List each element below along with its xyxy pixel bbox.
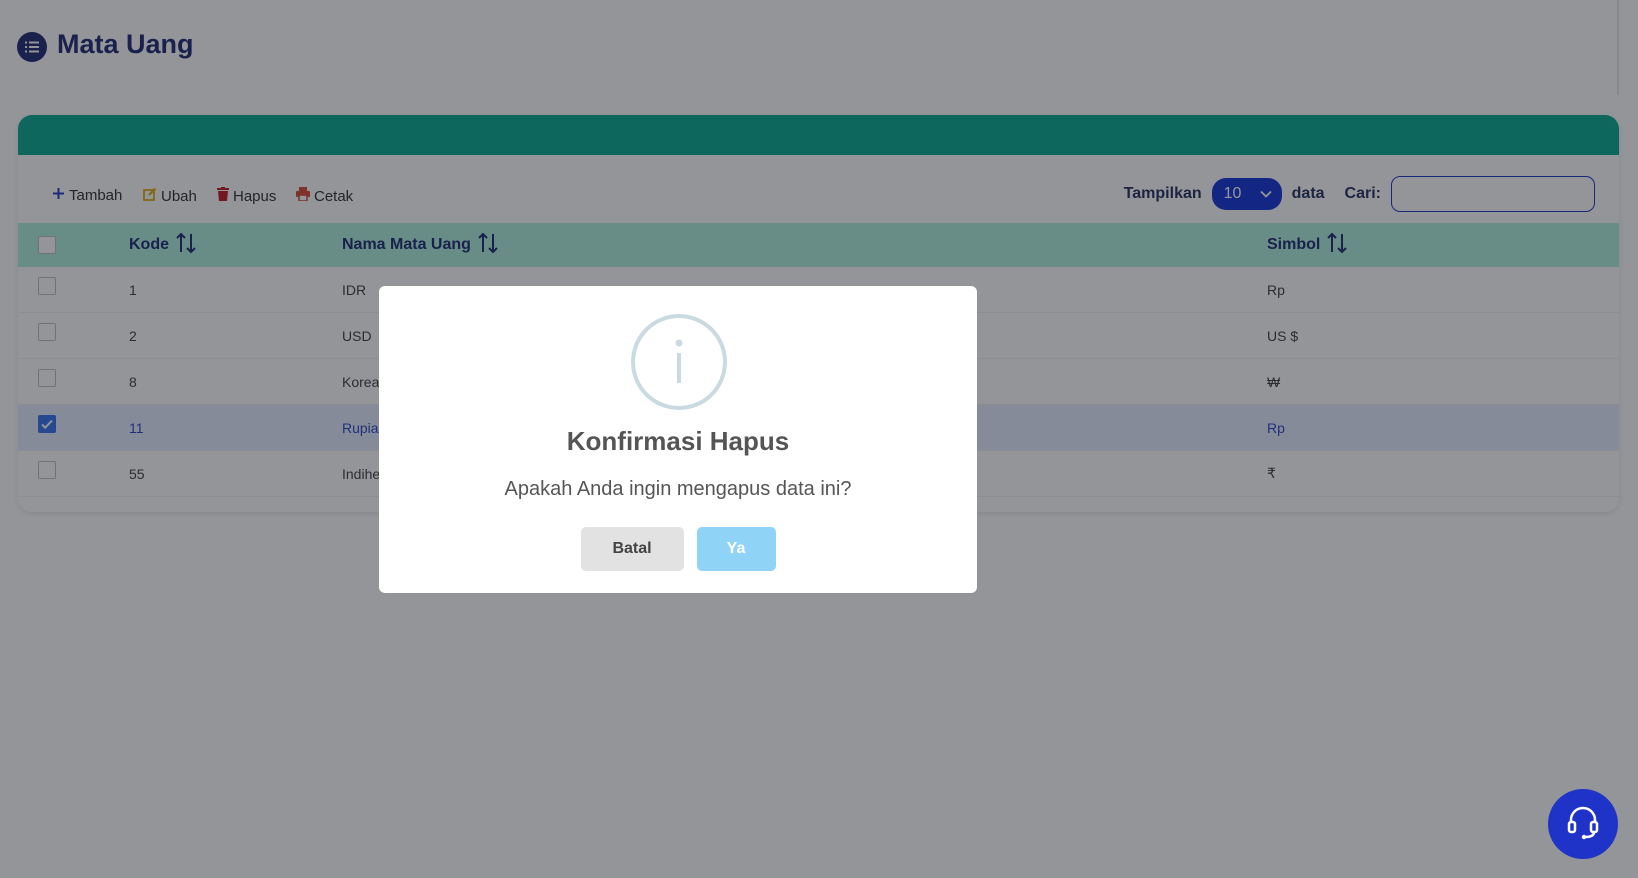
info-icon xyxy=(631,314,727,410)
cancel-button[interactable]: Batal xyxy=(580,527,684,571)
headset-icon xyxy=(1564,803,1602,846)
dialog-actions: Batal Ya xyxy=(379,527,977,571)
confirm-button[interactable]: Ya xyxy=(696,527,776,571)
delete-confirm-dialog: Konfirmasi Hapus Apakah Anda ingin menga… xyxy=(379,286,977,593)
dialog-message: Apakah Anda ingin mengapus data ini? xyxy=(504,478,852,500)
help-button[interactable] xyxy=(1548,789,1618,859)
dialog-title: Konfirmasi Hapus xyxy=(566,426,790,456)
